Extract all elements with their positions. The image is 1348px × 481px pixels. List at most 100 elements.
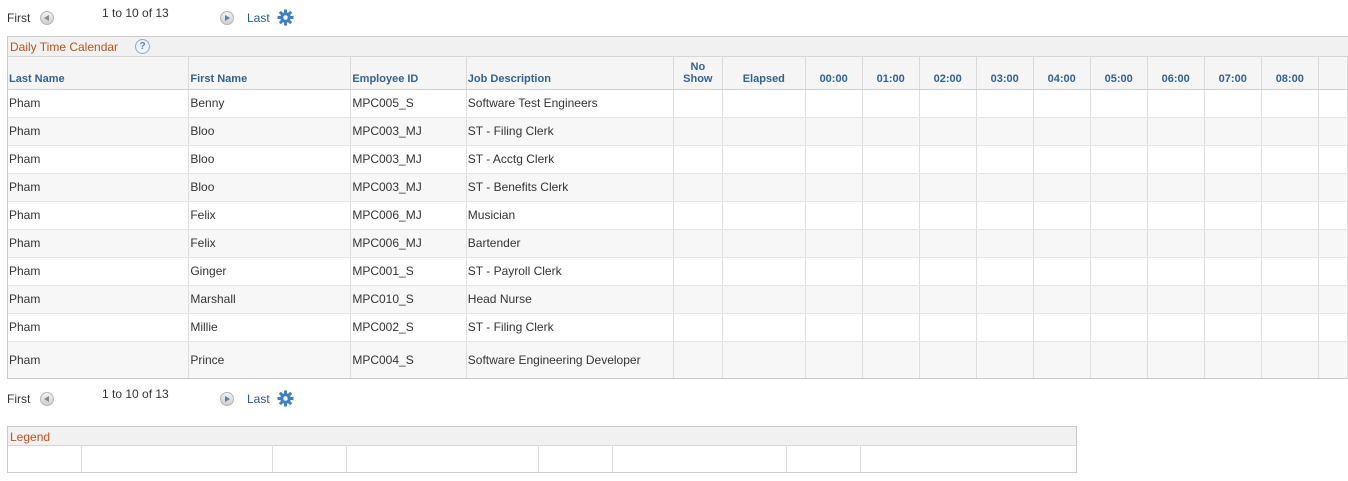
cell-hour (1033, 229, 1091, 258)
col-hour[interactable]: 02:00 (919, 57, 977, 90)
first-link[interactable]: First (7, 392, 30, 406)
cell-hour (1204, 117, 1262, 146)
cell-hour (1090, 285, 1148, 314)
cell-hour (1033, 201, 1091, 230)
cell-last-name: Pham (8, 257, 190, 286)
cell-hour (1204, 145, 1262, 174)
col-hour[interactable]: 08:00 (1261, 57, 1319, 90)
legend-cell (82, 445, 273, 472)
table-row: Pham Ginger MPC001_S ST - Payroll Clerk (8, 257, 1348, 286)
cell-hour (1147, 201, 1205, 230)
cell-job-description: Bartender (466, 229, 674, 258)
prev-arrow-icon[interactable] (40, 392, 54, 406)
cell-hour (1090, 173, 1148, 202)
legend-cell (539, 445, 613, 472)
cell-first-name: Bloo (188, 145, 352, 174)
col-hour[interactable]: 05:00 (1090, 57, 1148, 90)
cell-hour (976, 89, 1034, 118)
cell-hour (1090, 341, 1148, 378)
cell-last-name: Pham (8, 313, 190, 342)
cell-hour (805, 285, 863, 314)
col-hour[interactable]: 04:00 (1033, 57, 1091, 90)
cell-last-name: Pham (8, 285, 190, 314)
cell-overflow (1318, 257, 1348, 286)
last-link[interactable]: Last (247, 11, 270, 25)
cell-elapsed (722, 229, 806, 258)
table-row: Pham Benny MPC005_S Software Test Engineers (8, 89, 1348, 118)
last-link[interactable]: Last (247, 392, 270, 406)
cell-hour (1033, 285, 1091, 314)
first-link[interactable]: First (7, 11, 30, 25)
calendar-body: Pham Benny MPC005_S Software Test Engineers… (8, 89, 1348, 378)
cell-hour (1261, 313, 1319, 342)
col-employee-id[interactable]: Employee ID (350, 57, 467, 90)
cell-elapsed (722, 313, 806, 342)
col-hour[interactable]: 00:00 (805, 57, 863, 90)
cell-hour (1204, 257, 1262, 286)
cell-hour (976, 201, 1034, 230)
cell-hour (976, 341, 1034, 378)
cell-hour (805, 257, 863, 286)
cell-last-name: Pham (8, 201, 190, 230)
col-hour[interactable]: 06:00 (1147, 57, 1205, 90)
cell-hour (1204, 173, 1262, 202)
cell-elapsed (722, 117, 806, 146)
cell-hour (1147, 257, 1205, 286)
cell-first-name: Bloo (188, 117, 352, 146)
cell-hour (1033, 173, 1091, 202)
cell-hour (862, 229, 920, 258)
next-arrow-icon[interactable] (220, 11, 234, 25)
next-arrow-icon[interactable] (220, 392, 234, 406)
cell-hour (1090, 313, 1148, 342)
cell-elapsed (722, 257, 806, 286)
gear-icon[interactable] (277, 9, 294, 29)
cell-overflow (1318, 173, 1348, 202)
cell-hour (1147, 89, 1205, 118)
col-no-show[interactable]: No Show (673, 57, 724, 90)
cell-last-name: Pham (8, 117, 190, 146)
legend-cell (787, 445, 861, 472)
cell-hour (1204, 285, 1262, 314)
cell-hour (976, 173, 1034, 202)
cell-hour (1261, 257, 1319, 286)
cell-hour (805, 201, 863, 230)
table-row: Pham Prince MPC004_S Software Engineering D… (8, 341, 1348, 378)
cell-no-show (673, 117, 724, 146)
table-row: Pham Felix MPC006_MJ Musician (8, 201, 1348, 230)
cell-hour (1261, 173, 1319, 202)
cell-elapsed (722, 173, 806, 202)
gear-icon[interactable] (277, 390, 294, 410)
cell-first-name: Benny (188, 89, 352, 118)
cell-hour (862, 341, 920, 378)
cell-hour (919, 89, 977, 118)
calendar-table: Last Name First Name Employee ID Job Des… (8, 57, 1348, 378)
cell-employee-id: MPC001_S (350, 257, 467, 286)
cell-no-show (673, 145, 724, 174)
col-first-name[interactable]: First Name (188, 57, 352, 90)
cell-hour (1090, 117, 1148, 146)
cell-no-show (673, 313, 724, 342)
header-row: Last Name First Name Employee ID Job Des… (8, 57, 1348, 90)
col-elapsed[interactable]: Elapsed (722, 57, 806, 90)
pager-top: First 1 to 10 of 13 Last (7, 6, 407, 29)
col-hour[interactable]: 01:00 (862, 57, 920, 90)
col-hour[interactable]: 03:00 (976, 57, 1034, 90)
cell-hour (1090, 229, 1148, 258)
page-range: 1 to 10 of 13 (102, 6, 169, 20)
cell-hour (1204, 201, 1262, 230)
cell-employee-id: MPC005_S (350, 89, 467, 118)
cell-job-description: ST - Payroll Clerk (466, 257, 674, 286)
table-row: Pham Marshall MPC010_S Head Nurse (8, 285, 1348, 314)
prev-arrow-icon[interactable] (40, 11, 54, 25)
table-row: Pham Bloo MPC003_MJ ST - Acctg Clerk (8, 145, 1348, 174)
help-icon[interactable]: ? (135, 39, 150, 54)
col-last-name[interactable]: Last Name (8, 57, 190, 90)
col-hour[interactable]: 07:00 (1204, 57, 1262, 90)
cell-employee-id: MPC010_S (350, 285, 467, 314)
cell-overflow (1318, 229, 1348, 258)
col-job-description[interactable]: Job Description (466, 57, 674, 90)
cell-hour (862, 145, 920, 174)
cell-last-name: Pham (8, 173, 190, 202)
cell-hour (919, 117, 977, 146)
cell-last-name: Pham (8, 341, 190, 378)
